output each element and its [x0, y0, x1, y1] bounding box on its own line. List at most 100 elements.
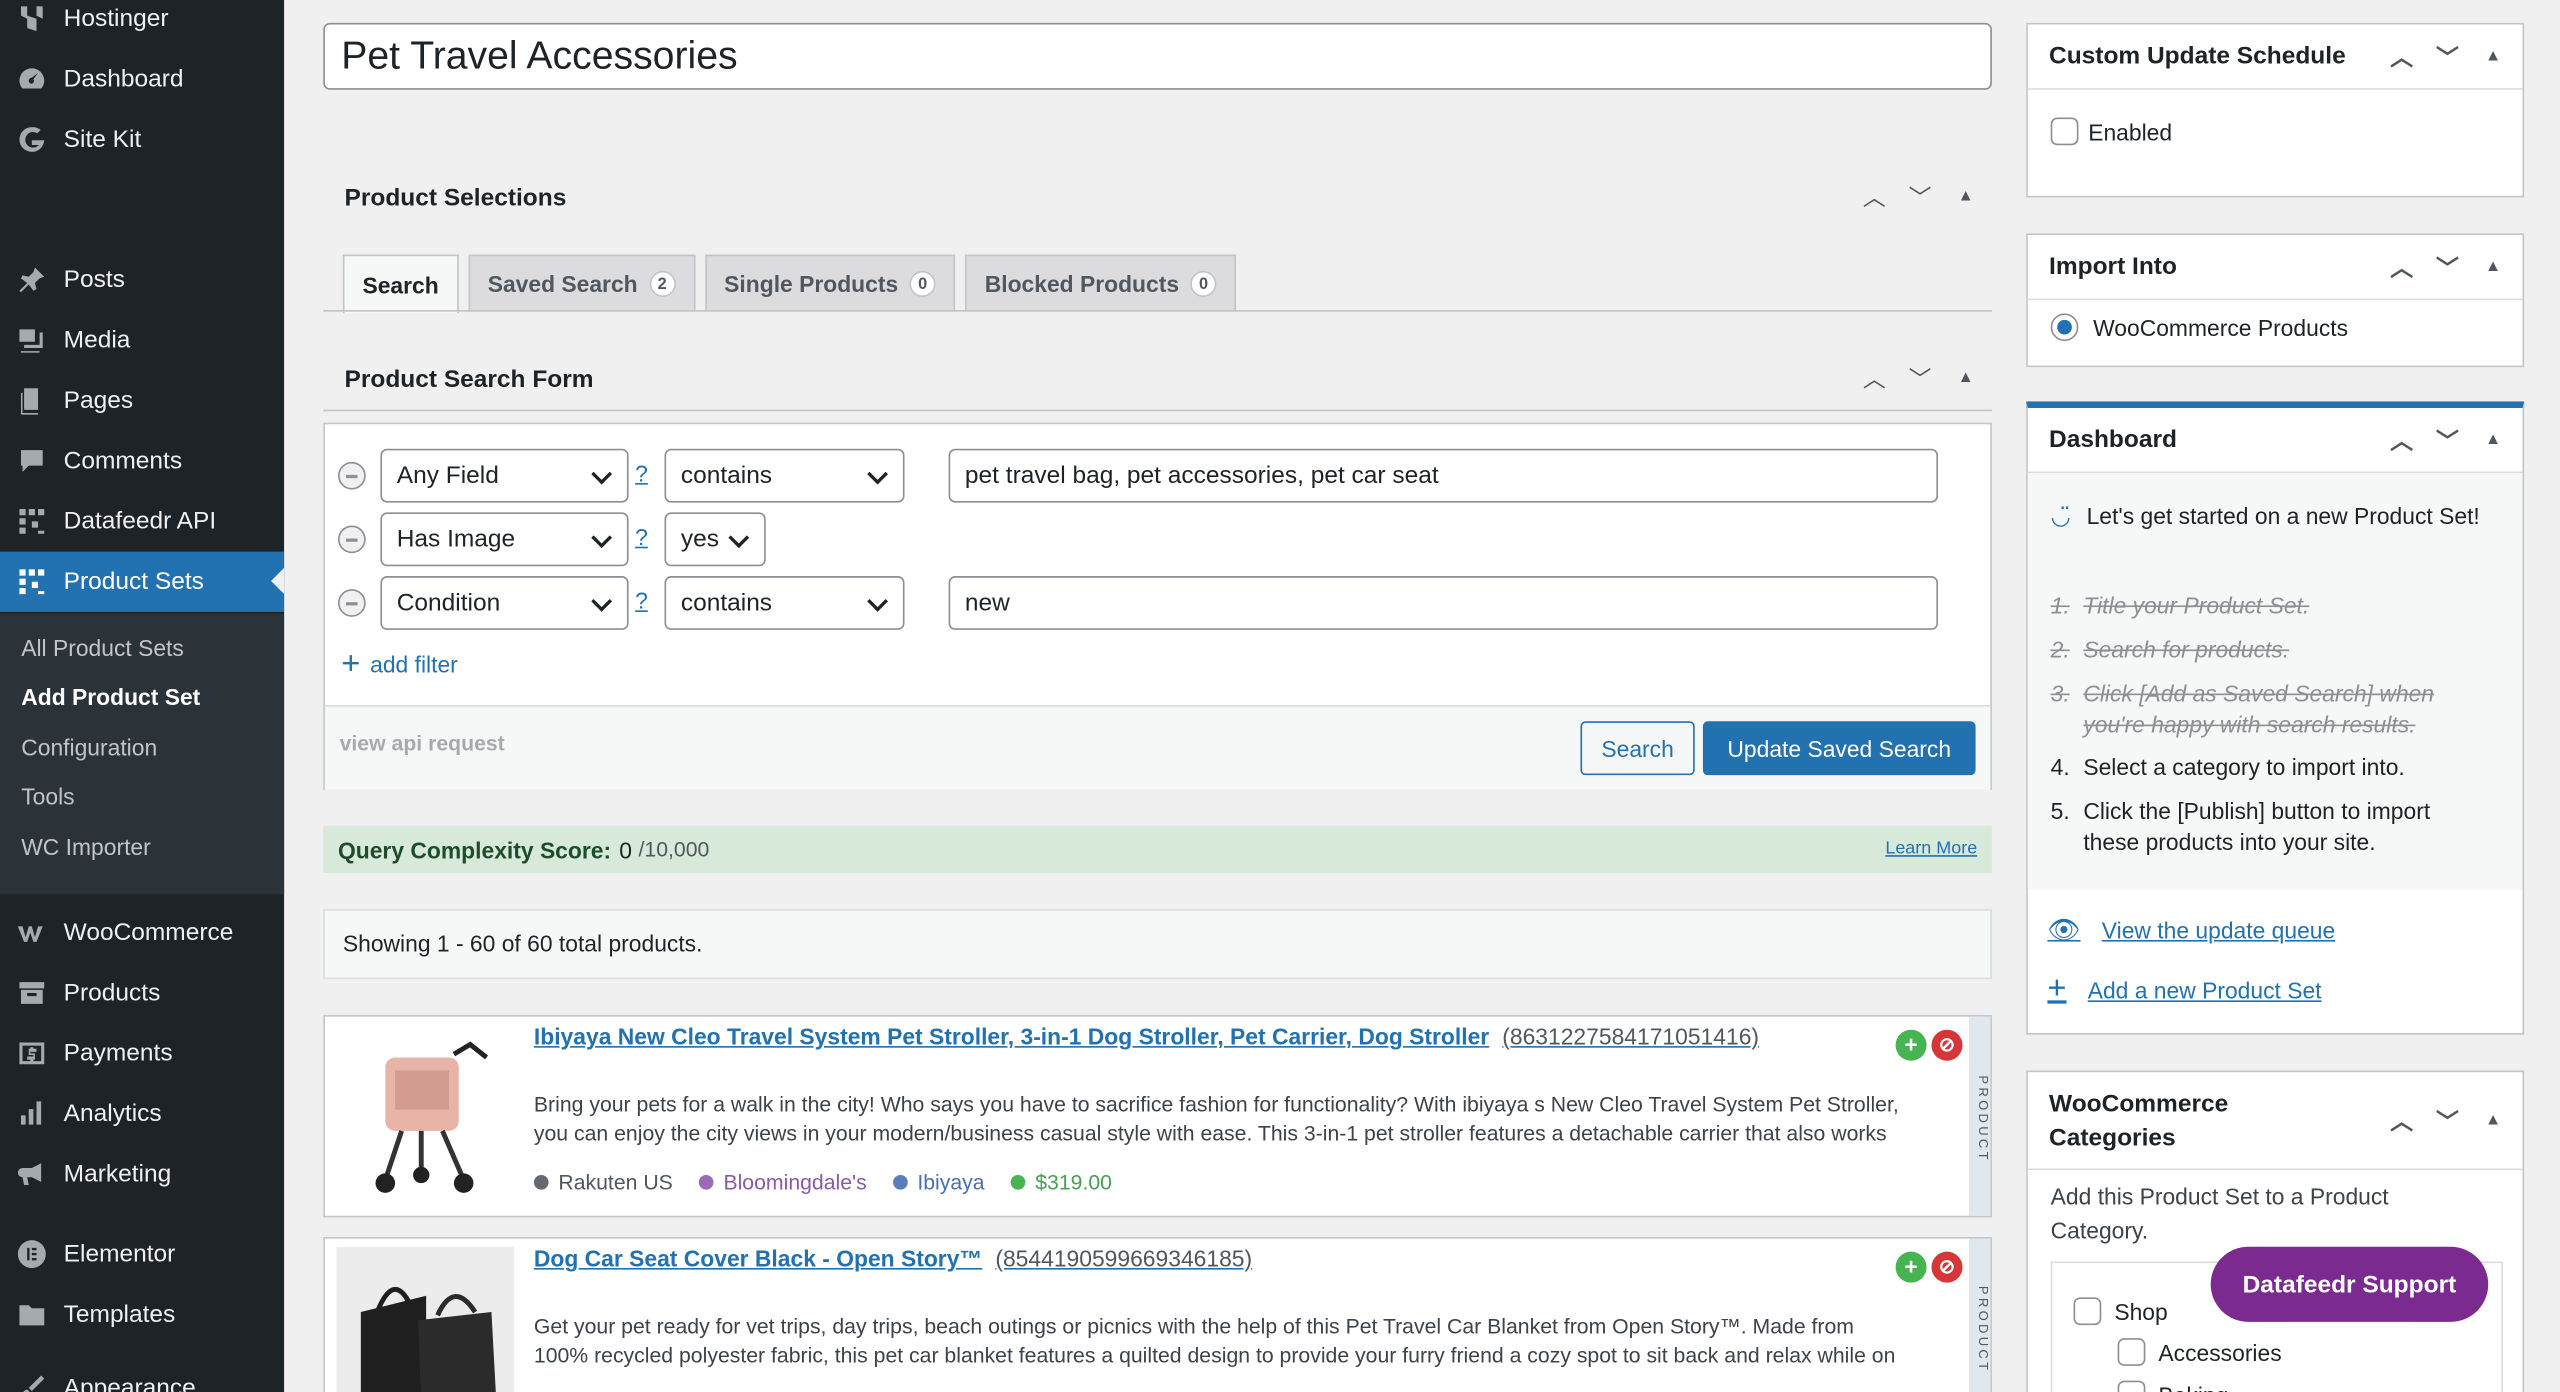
learn-more-link[interactable]: Learn More [1885, 839, 1977, 859]
tab-blocked-products[interactable]: Blocked Products 0 [965, 254, 1237, 312]
pages-icon [15, 384, 48, 417]
results-count: Showing 1 - 60 of 60 total products. [323, 908, 1992, 980]
remove-filter-icon[interactable] [337, 525, 366, 554]
step-item: 4. Select a category to import into. [2050, 753, 2405, 781]
datafeedr-support-button[interactable]: Datafeedr Support [2210, 1246, 2489, 1322]
filter-value-input[interactable]: pet travel bag, pet accessories, pet car… [948, 448, 1939, 503]
move-up-icon[interactable]: ︿ [2389, 428, 2415, 454]
product-title-link[interactable]: Dog Car Seat Cover Black - Open Story™ (8… [534, 1245, 1252, 1271]
operator-select[interactable]: contains [664, 448, 905, 503]
import-option-row[interactable]: WooCommerce Products [2050, 313, 2348, 342]
view-api-request-link[interactable]: view api request [340, 731, 505, 755]
sidebar-item-analytics[interactable]: Analytics [0, 1084, 284, 1144]
merchant-tag: Bloomingdale's [698, 1170, 867, 1195]
remove-filter-icon[interactable] [337, 461, 366, 490]
move-up-icon[interactable]: ︿ [2389, 255, 2415, 281]
field-select[interactable]: Any Field [380, 448, 629, 503]
sidebar-item-posts[interactable]: Posts [0, 250, 284, 310]
move-down-icon[interactable]: ﹀ [2434, 1108, 2460, 1134]
enabled-checkbox-row[interactable]: Enabled [2050, 117, 2172, 146]
help-link[interactable]: ? [635, 460, 648, 486]
sidebar-item-woocommerce[interactable]: WooCommerce [0, 902, 284, 962]
brand-tag: Ibiyaya [892, 1170, 985, 1195]
tab-saved-search[interactable]: Saved Search 2 [468, 254, 695, 312]
dashboard-box: Dashboard ︿ ﹀ ▲ ◡̈ Let's get started on a n… [2026, 401, 2525, 1035]
sidebar-item-site-kit[interactable]: Site Kit [0, 109, 284, 169]
submenu-all-product-sets[interactable]: All Product Sets [21, 635, 184, 661]
move-up-icon[interactable]: ︿ [2389, 1108, 2415, 1134]
view-update-queue-link[interactable]: 👁 View the update queue [2047, 914, 2335, 947]
tab-single-products[interactable]: Single Products 0 [704, 254, 956, 312]
move-down-icon[interactable]: ﹀ [1907, 366, 1933, 392]
product-image [336, 1246, 515, 1392]
price-tag: $319.00 [1010, 1170, 1112, 1195]
product-set-title-input[interactable]: Pet Travel Accessories [323, 22, 1992, 90]
block-product-icon[interactable]: ⊘ [1931, 1251, 1963, 1283]
sidebar-item-pages[interactable]: Pages [0, 370, 284, 430]
filter-row: Condition ? contains new [325, 576, 1990, 630]
collapse-toggle-icon[interactable]: ▲ [1953, 366, 1979, 392]
collapse-toggle-icon[interactable]: ▲ [1953, 184, 1979, 210]
collapse-toggle-icon[interactable]: ▲ [2480, 428, 2506, 454]
add-product-icon[interactable]: + [1895, 1251, 1927, 1283]
help-link[interactable]: ? [635, 587, 648, 613]
add-filter-link[interactable]: + add filter [341, 648, 458, 681]
category-item-baking[interactable]: Baking [2117, 1380, 2228, 1392]
sidebar-item-appearance[interactable]: Appearance [0, 1358, 284, 1392]
sidebar-item-comments[interactable]: Comments [0, 431, 284, 491]
product-type-label: PRODUCT [1969, 1016, 1991, 1216]
submenu-add-product-set[interactable]: Add Product Set [21, 684, 200, 710]
sidebar-item-product-sets[interactable]: Product Sets [0, 551, 285, 612]
add-product-icon[interactable]: + [1895, 1029, 1927, 1061]
submenu-wc-importer[interactable]: WC Importer [21, 834, 151, 860]
category-checkbox[interactable] [2073, 1297, 2102, 1326]
sidebar-item-products[interactable]: Products [0, 963, 284, 1023]
sidebar-item-templates[interactable]: Templates [0, 1284, 284, 1344]
sidebar-item-media[interactable]: Media [0, 310, 284, 370]
category-item-accessories[interactable]: Accessories [2117, 1338, 2282, 1366]
sidebar-item-payments[interactable]: Payments [0, 1023, 284, 1083]
filter-row: Has Image ? yes [325, 512, 1990, 567]
sidebar-item-hostinger[interactable]: Hostinger [0, 0, 284, 49]
product-sets-submenu: All Product Sets Add Product Set Configu… [0, 613, 285, 895]
tab-search[interactable]: Search [342, 254, 459, 314]
move-up-icon[interactable]: ︿ [1861, 184, 1887, 210]
move-up-icon[interactable]: ︿ [2389, 44, 2415, 70]
woocommerce-radio[interactable] [2050, 313, 2079, 342]
collapse-toggle-icon[interactable]: ▲ [2480, 255, 2506, 281]
filter-value-input[interactable]: new [948, 576, 1939, 630]
move-down-icon[interactable]: ﹀ [2434, 255, 2460, 281]
product-item: Ibiyaya New Cleo Travel System Pet Strol… [323, 1015, 1992, 1218]
move-up-icon[interactable]: ︿ [1861, 366, 1887, 392]
sidebar-item-elementor[interactable]: Elementor [0, 1224, 284, 1284]
step-item: 5. Click the [Publish] button to import t… [2050, 797, 2431, 856]
field-select[interactable]: Condition [380, 576, 629, 630]
operator-select[interactable]: contains [664, 576, 905, 630]
sidebar-item-marketing[interactable]: Marketing [0, 1144, 284, 1204]
search-button[interactable]: Search [1580, 721, 1695, 776]
submenu-tools[interactable]: Tools [21, 783, 74, 809]
smile-icon: ◡̈ [2050, 502, 2071, 529]
move-down-icon[interactable]: ﹀ [1907, 184, 1933, 210]
remove-filter-icon[interactable] [337, 589, 366, 617]
payments-icon [15, 1037, 48, 1070]
collapse-toggle-icon[interactable]: ▲ [2480, 44, 2506, 70]
block-product-icon[interactable]: ⊘ [1931, 1029, 1963, 1061]
help-link[interactable]: ? [635, 524, 648, 550]
move-down-icon[interactable]: ﹀ [2434, 428, 2460, 454]
submenu-configuration[interactable]: Configuration [21, 734, 157, 760]
operator-select[interactable]: yes [664, 512, 766, 567]
update-saved-search-button[interactable]: Update Saved Search [1702, 721, 1976, 776]
category-item-shop[interactable]: Shop [2073, 1297, 2168, 1326]
enabled-checkbox[interactable] [2050, 117, 2079, 146]
sidebar-item-datafeedr-api[interactable]: Datafeedr API [0, 491, 284, 551]
field-select[interactable]: Has Image [380, 512, 629, 567]
category-checkbox[interactable] [2117, 1338, 2146, 1366]
move-down-icon[interactable]: ﹀ [2434, 44, 2460, 70]
dashboard-icon [15, 63, 48, 96]
product-title-link[interactable]: Ibiyaya New Cleo Travel System Pet Strol… [534, 1023, 1759, 1049]
sidebar-item-dashboard[interactable]: Dashboard [0, 49, 284, 109]
add-new-product-set-link[interactable]: + Add a new Product Set [2047, 971, 2321, 1009]
collapse-toggle-icon[interactable]: ▲ [2480, 1108, 2506, 1134]
category-checkbox[interactable] [2117, 1380, 2146, 1392]
